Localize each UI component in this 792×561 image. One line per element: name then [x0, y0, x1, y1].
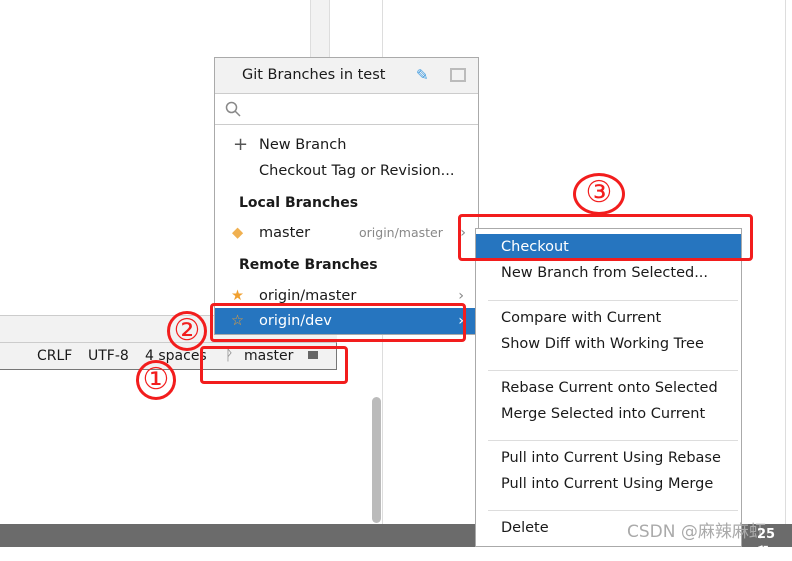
local-branches-header: Local Branches: [239, 195, 359, 211]
git-branches-popup: Git Branches in test ✎ + New Branch Check…: [214, 57, 479, 335]
tracking-branch: origin/master: [359, 225, 443, 240]
corner-text: 25 段: [757, 527, 776, 561]
tag-icon: ◆: [232, 225, 244, 241]
new-branch-item[interactable]: + New Branch: [215, 132, 478, 158]
new-branch-from-selected-item[interactable]: New Branch from Selected...: [476, 260, 741, 286]
remote-branches-header: Remote Branches: [239, 257, 378, 273]
expand-icon[interactable]: [450, 68, 466, 82]
scrollbar[interactable]: [372, 397, 381, 523]
annotation-number-3: ③: [573, 173, 625, 215]
branch-actions-submenu: Checkout New Branch from Selected... Com…: [475, 228, 742, 547]
pull-rebase-item[interactable]: Pull into Current Using Rebase: [476, 445, 741, 471]
separator: [488, 440, 738, 441]
separator: [488, 370, 738, 371]
annotation-number-1: ①: [136, 360, 176, 400]
line-separator[interactable]: CRLF: [37, 348, 72, 364]
annotation-box-1: [200, 346, 348, 384]
popup-title: Git Branches in test: [242, 67, 386, 83]
encoding[interactable]: UTF-8: [88, 348, 129, 364]
checkout-tag-item[interactable]: Checkout Tag or Revision...: [215, 158, 478, 184]
annotation-box-3: [458, 214, 753, 261]
edit-icon[interactable]: ✎: [416, 66, 429, 84]
annotation-box-2: [210, 303, 466, 342]
separator: [488, 300, 738, 301]
plus-icon: +: [233, 134, 249, 155]
divider: [785, 0, 786, 524]
watermark: CSDN @麻辣麻虾: [627, 522, 766, 542]
search-input[interactable]: [215, 94, 478, 125]
compare-item[interactable]: Compare with Current: [476, 305, 741, 331]
editor-gutter: [310, 0, 330, 58]
separator: [488, 510, 738, 511]
merge-item[interactable]: Merge Selected into Current: [476, 401, 741, 427]
search-icon: [225, 101, 241, 117]
branch-item-master[interactable]: ◆ master origin/master ›: [215, 220, 478, 246]
rebase-item[interactable]: Rebase Current onto Selected: [476, 375, 741, 401]
pull-merge-item[interactable]: Pull into Current Using Merge: [476, 471, 741, 497]
show-diff-item[interactable]: Show Diff with Working Tree: [476, 331, 741, 357]
annotation-number-2: ②: [167, 311, 207, 351]
